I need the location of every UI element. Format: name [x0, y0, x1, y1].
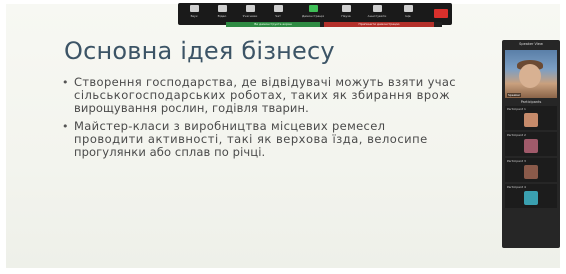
participant-avatar: [524, 191, 538, 205]
participants-panel[interactable]: Speaker View Speaker Participants Partic…: [502, 40, 560, 248]
bullet-dot: •: [62, 120, 69, 133]
participant-name: Participant 4: [507, 185, 526, 189]
shared-slide: Основна ідея бізнесу • Створення господа…: [6, 4, 560, 268]
toolbar-label: Чат: [275, 14, 281, 18]
bullet-list: • Створення господарства, де відвідувачі…: [62, 76, 502, 164]
toolbar-button[interactable]: Учасники: [238, 5, 262, 23]
toolbar-label: Відео: [217, 14, 227, 18]
slide-title: Основна ідея бізнесу: [64, 37, 335, 65]
microphone-icon: [189, 5, 199, 12]
chat-icon: [273, 5, 283, 12]
toolbar-label: Аннотувати: [367, 14, 387, 18]
annotate-icon: [372, 5, 382, 12]
toolbar-label: Ще: [405, 14, 411, 18]
panel-title: Speaker View: [519, 42, 543, 46]
bullet-line: Майстер-класи з виробництва місцевих рем…: [74, 120, 386, 133]
toolbar-button[interactable]: Чат: [266, 5, 290, 23]
toolbar-label: Демонстрація: [301, 14, 325, 18]
bullet-item: • Майстер-класи з виробництва місцевих р…: [62, 120, 502, 159]
toolbar-label: Звук: [190, 14, 198, 18]
participants-group-label: Participants: [520, 100, 542, 104]
toolbar-button[interactable]: Ще: [396, 5, 420, 23]
participant-avatar: [524, 139, 538, 153]
more-icon: [403, 5, 413, 12]
pause-icon: [341, 5, 351, 12]
bullet-line: Створення господарства, де відвідувачі м…: [74, 76, 456, 89]
bullet-dot: •: [62, 76, 69, 89]
camera-icon: [217, 5, 227, 12]
participant-avatar: [524, 113, 538, 127]
bullet-line: сільськогосподарських роботах, таких як …: [74, 89, 451, 102]
participant-tile[interactable]: Participant 1: [505, 106, 557, 130]
bullet-line: вирощування рослин, годівля тварин.: [74, 102, 309, 115]
bullet-line: прогулянки або сплав по річці.: [74, 146, 266, 159]
toolbar-button[interactable]: Демонстрація: [296, 5, 330, 23]
share-screen-icon: [308, 5, 318, 12]
toolbar-button[interactable]: Звук: [182, 5, 206, 23]
bullet-line: проводити активності, такі як верхова їз…: [74, 133, 428, 146]
toolbar-button[interactable]: Аннотувати: [362, 5, 392, 23]
toolbar-button[interactable]: Пауза: [334, 5, 358, 23]
bullet-item: • Створення господарства, де відвідувачі…: [62, 76, 502, 115]
active-speaker-video[interactable]: Speaker: [505, 50, 557, 98]
toolbar-label: Учасники: [242, 14, 258, 18]
participant-name: Participant 2: [507, 133, 526, 137]
participant-tile[interactable]: Participant 4: [505, 184, 557, 208]
participants-icon: [245, 5, 255, 12]
speaker-face: [519, 64, 541, 88]
participant-tile[interactable]: Participant 2: [505, 132, 557, 156]
end-share-icon[interactable]: [434, 9, 448, 18]
participant-tile[interactable]: Participant 3: [505, 158, 557, 182]
stop-share-button[interactable]: Припинити демонстрацію: [324, 22, 434, 27]
participant-name: Participant 3: [507, 159, 526, 163]
participant-name: Participant 1: [507, 107, 526, 111]
sharing-notice: Ви демонструєте екран: [226, 22, 320, 27]
sharing-notice-bar: Ви демонструєте екран Припинити демонстр…: [226, 22, 442, 27]
participant-avatar: [524, 165, 538, 179]
toolbar-label: Пауза: [341, 14, 351, 18]
toolbar-button[interactable]: Відео: [210, 5, 234, 23]
speaker-name: Speaker: [507, 93, 522, 97]
